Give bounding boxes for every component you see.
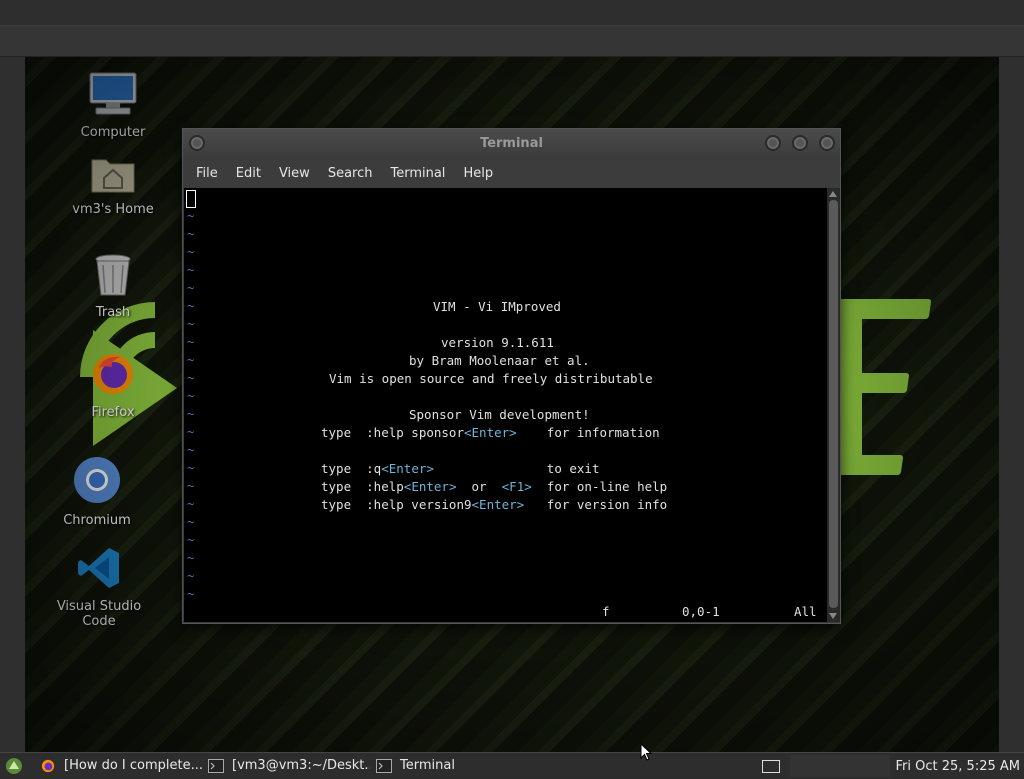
terminal-icon xyxy=(208,758,224,773)
scrollbar-thumb[interactable] xyxy=(829,200,838,608)
close-button[interactable] xyxy=(819,135,835,151)
vim-empty-line-tilde: ~ xyxy=(187,245,195,259)
chromium-icon xyxy=(74,457,120,503)
menu-file[interactable]: File xyxy=(187,166,227,181)
home-folder-icon xyxy=(91,159,135,193)
vim-help-line: type :q<Enter> to exit xyxy=(321,461,600,476)
clock[interactable]: Fri Oct 25, 5:25 AM xyxy=(896,759,1024,774)
scroll-down-arrow-icon[interactable] xyxy=(829,613,837,619)
vim-author: by Bram Moolenaar et al. xyxy=(409,353,590,368)
vim-help-line: type :help version9<Enter> for version i… xyxy=(321,497,668,512)
taskbar-task-terminal[interactable]: Terminal xyxy=(370,754,490,778)
vim-status-f: f xyxy=(602,604,610,619)
vim-empty-line-tilde: ~ xyxy=(187,407,195,421)
vscode-icon xyxy=(78,548,119,588)
vim-empty-line-tilde: ~ xyxy=(187,209,195,223)
vim-status-position: 0,0-1 xyxy=(682,604,720,619)
vim-license: Vim is open source and freely distributa… xyxy=(329,371,653,386)
vim-empty-line-tilde: ~ xyxy=(187,515,195,529)
vim-empty-line-tilde: ~ xyxy=(187,335,195,349)
vim-empty-line-tilde: ~ xyxy=(187,425,195,439)
taskbar-task-label: Terminal xyxy=(400,758,455,773)
desktop-icon-chromium[interactable]: Chromium xyxy=(42,455,152,528)
start-menu-button[interactable] xyxy=(2,754,26,778)
host-right-border xyxy=(999,57,1024,752)
taskbar-task-firefox[interactable]: [How do I complete... xyxy=(34,754,202,778)
terminal-window[interactable]: Terminal File Edit View Search Terminal … xyxy=(182,128,841,624)
workspace-switcher[interactable] xyxy=(789,755,890,777)
vim-help-line: type :help<Enter> or <F1> for on-line he… xyxy=(321,479,668,494)
vim-heading: VIM - Vi IMproved xyxy=(433,299,561,314)
desktop-icon-label: Firefox xyxy=(91,405,135,420)
trash-icon xyxy=(95,254,131,296)
vim-empty-line-tilde: ~ xyxy=(187,389,195,403)
scroll-up-arrow-icon[interactable] xyxy=(829,191,837,197)
vim-empty-line-tilde: ~ xyxy=(187,533,195,547)
vim-empty-line-tilde: ~ xyxy=(187,299,195,313)
vim-help-line: type :help sponsor<Enter> for informatio… xyxy=(321,425,660,440)
mouse-pointer-icon xyxy=(640,743,652,761)
desktop-icon-label: Chromium xyxy=(63,513,131,528)
taskbar-task-terminal-vm3[interactable]: [vm3@vm3:~/Deskt... xyxy=(202,754,370,778)
vim-empty-line-tilde: ~ xyxy=(187,587,195,601)
terminal-menubar: File Edit View Search Terminal Help xyxy=(183,159,840,187)
desktop-icon-label: Trash xyxy=(95,305,131,320)
desktop-icon-label: Computer xyxy=(80,125,146,140)
vim-empty-line-tilde: ~ xyxy=(187,443,195,457)
firefox-icon xyxy=(93,354,133,394)
desktop-icon-home[interactable]: vm3's Home xyxy=(58,152,168,217)
vim-empty-line-tilde: ~ xyxy=(187,227,195,241)
menu-search[interactable]: Search xyxy=(319,166,382,181)
taskbar-tray: Fri Oct 25, 5:25 AM xyxy=(761,753,1024,779)
desktop-icon-label: Visual Studio Code xyxy=(56,599,142,629)
text-cursor xyxy=(186,190,196,208)
desktop-icon-vscode[interactable]: Visual Studio Code xyxy=(44,545,154,629)
host-left-border xyxy=(0,57,25,752)
terminal-titlebar[interactable]: Terminal xyxy=(183,129,840,159)
menu-view[interactable]: View xyxy=(270,166,319,181)
wallpaper-logo-stem xyxy=(840,299,862,475)
vim-empty-line-tilde: ~ xyxy=(187,461,195,475)
vim-empty-line-tilde: ~ xyxy=(187,317,195,331)
taskbar: [How do I complete... [vm3@vm3:~/Deskt..… xyxy=(0,752,1024,778)
menu-help[interactable]: Help xyxy=(454,166,502,181)
minimize-button[interactable] xyxy=(765,135,781,151)
desktop-icon-label: vm3's Home xyxy=(72,202,154,217)
vim-empty-line-tilde: ~ xyxy=(187,497,195,511)
start-menu-icon xyxy=(6,757,22,774)
terminal-title: Terminal xyxy=(480,136,543,151)
terminal-content[interactable]: ~ ~ ~ ~ ~ ~ ~ ~ ~ ~ ~ ~ ~ ~ ~ ~ ~ ~ ~ ~ ~ ~ VIM - Vi IMproved… xyxy=(184,188,827,622)
vim-empty-line-tilde: ~ xyxy=(187,281,195,295)
vim-status-all: All xyxy=(794,604,817,619)
taskbar-task-label: [vm3@vm3:~/Deskt... xyxy=(232,758,370,773)
vim-empty-line-tilde: ~ xyxy=(187,353,195,367)
vim-empty-line-tilde: ~ xyxy=(187,479,195,493)
show-desktop-icon[interactable] xyxy=(761,759,780,773)
menu-edit[interactable]: Edit xyxy=(227,166,270,181)
taskbar-task-label: [How do I complete... xyxy=(64,758,202,773)
firefox-icon xyxy=(41,759,55,772)
terminal-scrollbar[interactable] xyxy=(827,188,840,622)
vim-empty-line-tilde: ~ xyxy=(187,371,195,385)
menu-terminal[interactable]: Terminal xyxy=(381,166,454,181)
desktop-icon-firefox[interactable]: Firefox xyxy=(58,351,168,420)
maximize-button[interactable] xyxy=(792,135,808,151)
vim-empty-line-tilde: ~ xyxy=(187,263,195,277)
desktop-icon-computer[interactable]: Computer xyxy=(58,71,168,140)
vim-sponsor-heading: Sponsor Vim development! xyxy=(409,407,590,422)
computer-icon xyxy=(89,72,137,115)
host-toolbar xyxy=(0,26,1024,57)
vim-empty-line-tilde: ~ xyxy=(187,551,195,565)
terminal-icon xyxy=(376,758,392,773)
desktop-icon-trash[interactable]: Trash xyxy=(58,253,168,320)
vim-version: version 9.1.611 xyxy=(441,335,554,350)
host-top-bar xyxy=(0,0,1024,26)
vim-empty-line-tilde: ~ xyxy=(187,569,195,583)
